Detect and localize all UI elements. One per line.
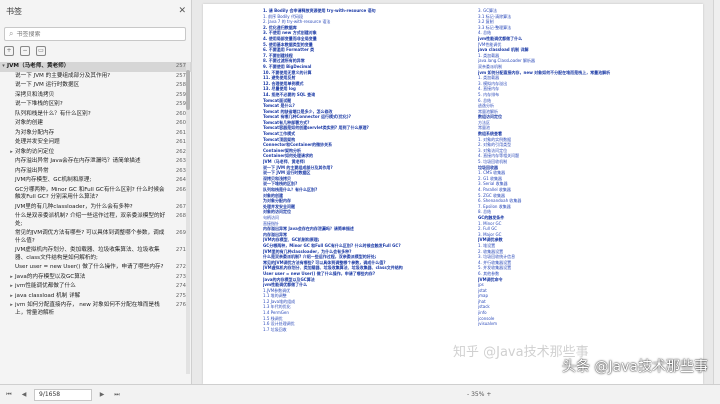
sidebar-item[interactable]: 说一下堆栈的区别? 259 — [0, 100, 192, 110]
sidebar-item[interactable]: 说一下 JVM 运行时数据区 258 — [0, 81, 192, 91]
sidebar-item-label: 队列和栈是什么？有什么区别? — [15, 110, 91, 117]
collapse-all-icon[interactable]: − — [20, 46, 30, 56]
sidebar-item[interactable]: 为对象分配内存 261 — [0, 129, 192, 139]
sidebar-item[interactable]: 说一下 JVM 的主要组成部分及其作用? 257 — [0, 72, 192, 82]
sidebar-item-label: jvm 如何分配直接内存， new 对象如何不分配在堆而是栈上，常量池解析 — [15, 302, 160, 316]
close-icon[interactable]: ✕ — [178, 6, 186, 16]
bookmark-list: ▾ JVM（马老师、黄老师） 257 说一下 JVM 的主要组成部分及其作用? 257 说… — [0, 62, 192, 374]
watermark: 头条 @Java技术那些事 — [561, 359, 708, 375]
prev-page-icon[interactable]: ◀ — [19, 390, 29, 400]
sidebar-item-label: 常见的JVM调优方法有哪些? 可以具体到调整哪个参数，调成什么值? — [15, 230, 165, 244]
pdf-reader-window: 书签 ✕ ⌕ + − ▭ ▾JVM（马老师、黄老师）257说一下 JVM 的主要… — [0, 0, 720, 404]
sidebar-title: 书签 — [6, 6, 22, 16]
sidebar-item[interactable]: ▸ java classload 机制 详解 275 — [0, 292, 192, 302]
sidebar-item[interactable]: 什么是双亲委派机制? 介绍一些运作过程，双亲委派模型的好处; 268 — [0, 212, 192, 229]
toc-column-left: 1. 请 Bodily 会申请释放资源使用 try-with-resource … — [263, 8, 478, 332]
sidebar-item-label: GC分哪两种，Minor GC 和Full GC有什么区别? 什么时候会触发Fu… — [15, 186, 165, 201]
sidebar-item[interactable]: JVM虚拟机内存划分、类加载器、垃圾收集算法、垃圾收集器、class文件结构是如… — [0, 246, 192, 263]
last-page-icon[interactable]: ⏭ — [112, 390, 122, 400]
sidebar-item[interactable]: 对象的创建 260 — [0, 119, 192, 129]
expand-arrow-icon[interactable]: ▸ — [8, 302, 15, 310]
expand-arrow-icon[interactable]: ▾ — [0, 63, 7, 71]
first-page-icon[interactable]: ⏮ — [4, 390, 14, 400]
sidebar-item-label: 处理并发安全问题 — [15, 139, 60, 145]
sidebar-header: 书签 ✕ — [0, 0, 192, 22]
expand-arrow-icon[interactable]: ▸ — [8, 293, 15, 301]
sidebar-item[interactable]: ▸ jvm 如何分配直接内存， new 对象如何不分配在堆而是栈上，常量池解析 27… — [0, 301, 192, 318]
bottom-toolbar: ⏮ ◀ 9/1658 ▶ ⏭ - 35% + — [0, 384, 720, 404]
pdf-page: 1. 请 Bodily 会申请释放资源使用 try-with-resource … — [203, 4, 703, 384]
sidebar-item-label: JVM（马老师、黄老师） — [7, 63, 70, 69]
bookmark-sidebar: 书签 ✕ ⌕ + − ▭ ▾JVM（马老师、黄老师）257说一下 JVM 的主要… — [0, 0, 192, 404]
sidebar-item-label: JVM内存模型、GC机制和原理; — [15, 177, 92, 183]
scrollbar-thumb[interactable] — [186, 70, 190, 110]
next-page-icon[interactable]: ▶ — [97, 390, 107, 400]
sidebar-item[interactable]: User user = new User() 做了什么操作，申请了哪些内存? 27… — [0, 263, 192, 273]
expand-all-icon[interactable]: + — [4, 46, 14, 56]
sidebar-item[interactable]: JVM内存模型、GC机制和原理; 264 — [0, 176, 192, 186]
sidebar-item[interactable]: 内存溢出异常 263 — [0, 167, 192, 177]
sidebar-item[interactable]: JVM里的有几种classloader，为什么会有多种? 267 — [0, 203, 192, 213]
sidebar-item-label: Java的内存模型以及GC算法 — [15, 273, 86, 280]
toc-link[interactable]: jvisualvm — [478, 321, 693, 327]
sidebar-item-label: 说一下 JVM 的主要组成部分及其作用? — [15, 72, 111, 79]
sidebar-item[interactable]: ▸ 对象的访问定位 262 — [0, 148, 192, 158]
expand-arrow-icon[interactable]: ▸ — [8, 274, 15, 282]
zoom-control[interactable]: - 35% + — [467, 391, 491, 398]
sidebar-item-label: 说一下堆栈的区别? — [15, 101, 63, 107]
sidebar-item[interactable]: 常见的JVM调优方法有哪些? 可以具体到调整哪个参数，调成什么值? 269 — [0, 229, 192, 246]
sidebar-toolbar: + − ▭ — [4, 46, 46, 56]
sidebar-item-label: 深拷贝和浅拷贝 — [15, 91, 55, 98]
expand-arrow-icon[interactable]: ▸ — [8, 149, 15, 157]
expand-arrow-icon[interactable]: ▸ — [8, 283, 15, 291]
sidebar-item[interactable]: 处理并发安全问题 261 — [0, 138, 192, 148]
sidebar-item-label: 内存溢出异常 Java会存在内存泄漏吗？请简单描述 — [15, 158, 141, 164]
toc-column-right: 3. GC算法 3.1 标记-清除算法 3.2 复制 3.3 标记-整理算法 4… — [478, 8, 693, 327]
sidebar-item-label: 为对象分配内存 — [15, 129, 55, 136]
sidebar-item-label: 对象的创建 — [15, 120, 43, 126]
sidebar-item[interactable]: 队列和栈是什么？有什么区别? 260 — [0, 110, 192, 120]
document-scrollbar[interactable] — [713, 0, 720, 384]
search-icon: ⌕ — [9, 29, 14, 38]
sidebar-item[interactable]: GC分哪两种，Minor GC 和Full GC有什么区别? 什么时候会触发Fu… — [0, 186, 192, 203]
sidebar-item-label: JVM虚拟机内存划分、类加载器、垃圾收集算法、垃圾收集器、class文件结构是如… — [15, 247, 160, 261]
bookmark-add-icon[interactable]: ▭ — [36, 46, 46, 56]
bookmark-search-box[interactable]: ⌕ — [4, 27, 186, 41]
bookmark-search-input[interactable] — [16, 30, 167, 38]
sidebar-item-label: JVM里的有几种classloader，为什么会有多种? — [15, 203, 133, 210]
toc-link[interactable]: 1.7 垃圾回收 — [263, 327, 478, 333]
sidebar-scrollbar[interactable] — [186, 62, 190, 374]
sidebar-item-label: java classload 机制 详解 — [15, 292, 81, 299]
sidebar-item-label: User user = new User() 做了什么操作，申请了哪些内存? — [15, 264, 164, 270]
sidebar-item-label: 对象的访问定位 — [15, 148, 55, 155]
sidebar-item-label: jvm性能调优都做了什么 — [15, 283, 76, 289]
sidebar-item[interactable]: 内存溢出异常 Java会存在内存泄漏吗？请简单描述 263 — [0, 157, 192, 167]
sidebar-item-label: 内存溢出异常 — [15, 167, 49, 174]
sidebar-item[interactable]: ▸ jvm性能调优都做了什么 274 — [0, 282, 192, 292]
sidebar-item-label: 什么是双亲委派机制? 介绍一些运作过程，双亲委派模型的好处; — [15, 213, 166, 227]
sidebar-item[interactable]: 深拷贝和浅拷贝 259 — [0, 91, 192, 101]
document-view[interactable]: 1. 请 Bodily 会申请释放资源使用 try-with-resource … — [193, 0, 720, 384]
sidebar-item[interactable]: ▾ JVM（马老师、黄老师） 257 — [0, 62, 192, 72]
page-number-input[interactable]: 9/1658 — [34, 388, 92, 401]
sidebar-item-label: 说一下 JVM 运行时数据区 — [15, 82, 80, 88]
sidebar-item[interactable]: ▸ Java的内存模型以及GC算法 273 — [0, 273, 192, 283]
